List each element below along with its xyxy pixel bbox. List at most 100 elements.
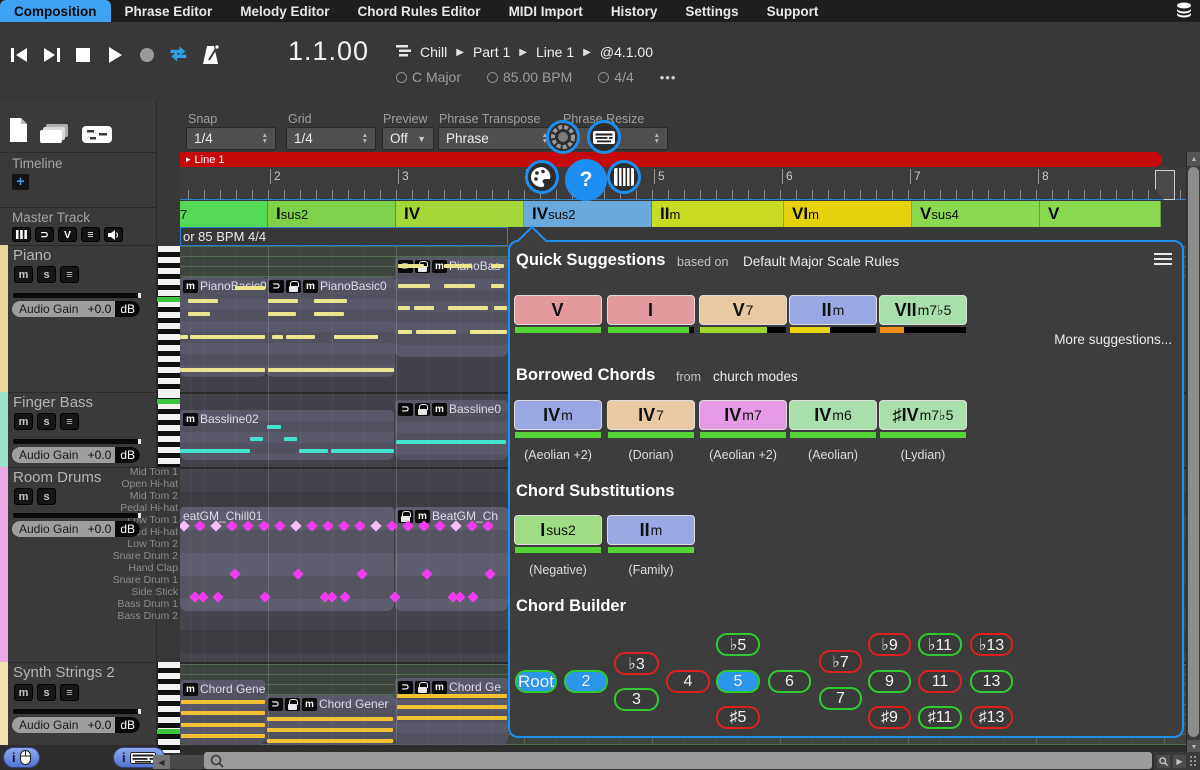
solo-button[interactable]: s (37, 684, 56, 701)
borrowed-chord-button[interactable]: IVm (514, 400, 602, 430)
note[interactable] (444, 284, 475, 288)
magnet-icon[interactable]: ⊃ (398, 681, 413, 694)
borrowed-source[interactable]: church modes (713, 369, 798, 384)
breadcrumb-project[interactable]: Chill (420, 44, 447, 60)
palette-tool-button[interactable] (525, 160, 559, 194)
builder-root-button[interactable]: Root (515, 670, 557, 693)
suggestion-chord-button[interactable]: VIIm7♭5 (879, 295, 967, 325)
track-menu-icon[interactable]: ≡ (60, 266, 79, 283)
loop-button[interactable] (168, 44, 190, 66)
horizontal-scroll-thumb[interactable] (204, 752, 1152, 769)
suggestion-chord-button[interactable]: V7 (699, 295, 787, 325)
tab-settings[interactable]: Settings (671, 0, 752, 22)
tab-phrase-editor[interactable]: Phrase Editor (111, 0, 227, 22)
chord-block[interactable]: 7 (180, 201, 268, 227)
builder-5-button[interactable]: 5 (716, 670, 760, 693)
tab-history[interactable]: History (597, 0, 672, 22)
master-magnet-icon[interactable]: ⊃ (35, 227, 54, 242)
mute-clip-icon[interactable]: m (183, 413, 198, 426)
builder-b13-button[interactable]: ♭13 (970, 633, 1013, 656)
note[interactable] (268, 312, 296, 316)
audio-gain-slider[interactable]: Audio Gain+0.0dB (12, 717, 140, 733)
chord-block[interactable]: V (1040, 201, 1161, 227)
volume-slider[interactable] (13, 513, 141, 518)
lock-icon[interactable] (415, 403, 430, 416)
metronome-icon[interactable] (200, 44, 222, 66)
builder-b7-button[interactable]: ♭7 (819, 650, 862, 673)
versions-stack-icon[interactable] (40, 124, 70, 148)
play-button[interactable] (104, 44, 126, 66)
note[interactable] (190, 335, 265, 339)
note[interactable] (180, 368, 265, 372)
preview-dropdown[interactable]: Off▼ (382, 127, 434, 150)
suggestion-chord-button[interactable]: V (514, 295, 602, 325)
lock-icon[interactable] (415, 681, 430, 694)
phrase-transpose-dropdown[interactable]: Phrase▲▼ (438, 127, 556, 150)
pattern-clip-icon[interactable] (82, 126, 112, 148)
master-speaker-icon[interactable] (104, 227, 123, 242)
track-name-finger-bass[interactable]: Finger Bass (13, 394, 93, 411)
chord-block[interactable]: IIm (652, 201, 784, 227)
snap-dropdown[interactable]: 1/4▲▼ (186, 127, 276, 150)
track-menu-icon[interactable]: ≡ (60, 413, 79, 430)
volume-slider[interactable] (13, 709, 141, 714)
stop-button[interactable] (72, 44, 94, 66)
chord-block[interactable]: Isus2 (268, 201, 396, 227)
note[interactable] (180, 335, 188, 339)
note[interactable] (398, 306, 410, 310)
chord-block[interactable]: IV (396, 201, 524, 227)
breadcrumb-position[interactable]: @4.1.00 (600, 44, 653, 60)
tab-melody-editor[interactable]: Melody Editor (226, 0, 343, 22)
note[interactable] (250, 437, 263, 441)
keyboard-tool-button[interactable] (587, 120, 621, 154)
mute-clip-icon[interactable]: m (183, 683, 198, 696)
more-options-button[interactable]: ••• (660, 70, 677, 85)
mute-button[interactable]: m (14, 488, 33, 505)
builder-4-button[interactable]: 4 (666, 670, 710, 693)
database-stack-icon[interactable] (1174, 2, 1194, 24)
builder-s9-button[interactable]: ♯9 (868, 706, 911, 729)
volume-slider[interactable] (13, 293, 141, 298)
volume-slider[interactable] (13, 439, 141, 444)
borrowed-chord-button[interactable]: IV7 (607, 400, 695, 430)
vertical-scroll-thumb[interactable] (1188, 167, 1199, 737)
note[interactable] (267, 728, 393, 732)
note[interactable] (267, 717, 393, 721)
rules-name[interactable]: Default Major Scale Rules (743, 254, 899, 269)
mute-clip-icon[interactable]: m (183, 280, 198, 293)
timeline-ruler[interactable]: 2 3 4 5 6 7 8 (180, 167, 1186, 200)
clip-pianobasic-2[interactable]: ⊃mPianoBasic0 (266, 277, 395, 377)
note[interactable] (284, 437, 297, 441)
borrowed-chord-button[interactable]: IVm7 (699, 400, 787, 430)
note[interactable] (398, 284, 430, 288)
note[interactable] (398, 330, 412, 334)
note[interactable] (397, 716, 507, 720)
mute-clip-icon[interactable]: m (432, 681, 447, 694)
spinner-icon[interactable]: ▲▼ (254, 133, 268, 144)
scroll-left-button[interactable]: ◀ (153, 755, 170, 769)
note[interactable] (397, 694, 507, 698)
add-timeline-button[interactable]: + (12, 174, 29, 190)
tab-support[interactable]: Support (753, 0, 833, 22)
substitution-chord-button[interactable]: Isus2 (514, 515, 602, 545)
piano-tool-button[interactable] (607, 160, 641, 194)
note[interactable] (268, 368, 394, 372)
mute-clip-icon[interactable]: m (302, 698, 317, 711)
skip-to-end-button[interactable] (40, 44, 62, 66)
borrowed-chord-button[interactable]: ♯IVm7♭5 (879, 400, 967, 430)
master-menu-icon[interactable]: ≡ (81, 227, 100, 242)
scroll-up-icon[interactable]: ▲ (1187, 152, 1200, 166)
note[interactable] (268, 299, 298, 303)
note[interactable] (416, 330, 456, 334)
tab-chord-rules-editor[interactable]: Chord Rules Editor (344, 0, 495, 22)
spinner-icon[interactable]: ▲▼ (354, 133, 368, 144)
track-name-room-drums[interactable]: Room Drums (13, 469, 101, 486)
note[interactable] (444, 264, 472, 268)
clip-bassline-2[interactable]: ⊃mBassline0 (395, 400, 508, 460)
builder-s13-button[interactable]: ♯13 (970, 706, 1013, 729)
more-suggestions-link[interactable]: More suggestions... (1054, 332, 1172, 347)
clip-chordgen-3[interactable]: ⊃mChord Ge (395, 678, 508, 745)
lock-icon[interactable] (286, 280, 301, 293)
note[interactable] (334, 335, 378, 339)
builder-13-button[interactable]: 13 (970, 670, 1013, 693)
